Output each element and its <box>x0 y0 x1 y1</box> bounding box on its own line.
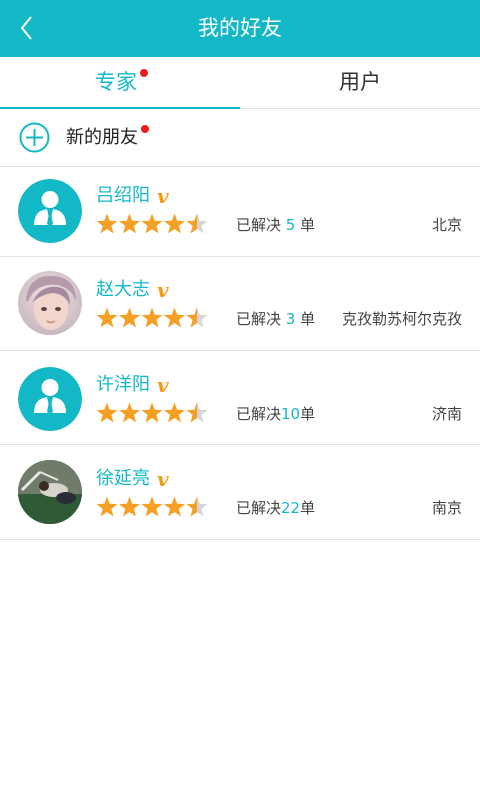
friend-name: 徐延亮 <box>96 468 150 489</box>
avatar <box>18 460 82 524</box>
tab-users[interactable]: 用户 <box>240 57 480 109</box>
new-friends-item[interactable]: 新的朋友 <box>0 109 480 167</box>
solved-prefix: 已解决 <box>236 405 282 423</box>
friend-city: 北京 <box>431 216 462 234</box>
star-icon <box>164 402 185 423</box>
friend-city: 克孜勒苏柯尔克孜 <box>341 310 462 328</box>
friend-row[interactable]: 许洋阳 v 已解决10单 济南 <box>0 351 480 445</box>
solved-count: 已解决 5 单 <box>236 213 315 237</box>
solved-suffix: 单 <box>300 405 316 423</box>
friend-name: 吕绍阳 <box>96 185 150 206</box>
tab-users-label: 用户 <box>339 70 381 94</box>
notification-dot <box>141 125 149 133</box>
star-icon <box>141 402 163 423</box>
friend-row[interactable]: 赵大志 v 已解决 3 单 克孜勒苏柯尔克孜 <box>0 257 480 351</box>
tab-experts[interactable]: 专家 <box>0 57 240 109</box>
plus-circle-icon <box>19 122 50 153</box>
star-icon <box>119 402 140 423</box>
star-icon <box>119 496 140 517</box>
star-rating-svg <box>96 213 208 234</box>
new-friends-label: 新的朋友 <box>66 127 138 148</box>
solved-number: 22 <box>281 499 301 517</box>
star-icon <box>96 213 118 234</box>
star-rating-svg <box>96 307 208 328</box>
solved-suffix: 单 <box>300 216 316 234</box>
star-icon <box>119 213 140 234</box>
friend-city: 济南 <box>431 405 462 423</box>
avatar <box>18 367 82 431</box>
star-icon <box>96 496 118 517</box>
tab-bar: 专家 用户 <box>0 57 480 109</box>
solved-number: 3 <box>285 310 296 328</box>
friend-name: 许洋阳 <box>96 374 150 395</box>
star-icon <box>96 402 118 423</box>
solved-prefix: 已解决 <box>236 310 282 328</box>
default-user-icon <box>18 367 82 431</box>
notification-dot <box>140 69 148 77</box>
friend-city: 南京 <box>431 499 462 517</box>
verified-v-badge: v <box>157 373 169 397</box>
star-rating <box>96 306 210 330</box>
solved-count: 已解决22单 <box>236 496 315 520</box>
star-icon <box>164 213 185 234</box>
star-icon <box>119 307 140 328</box>
star-icon <box>141 307 163 328</box>
verified-v-badge: v <box>157 278 169 302</box>
field-photo-avatar <box>18 460 82 524</box>
avatar <box>18 271 82 335</box>
solved-count: 已解决 3 单 <box>236 307 315 331</box>
solved-suffix: 单 <box>300 310 316 328</box>
default-user-icon <box>18 179 82 243</box>
star-icon <box>141 213 163 234</box>
friend-row[interactable]: 徐延亮 v 已解决22单 南京 <box>0 445 480 540</box>
star-icon <box>164 496 185 517</box>
friend-row[interactable]: 吕绍阳 v 已解决 5 单 北京 <box>0 167 480 257</box>
star-icon <box>141 496 163 517</box>
person-photo-avatar <box>18 271 82 335</box>
star-icon <box>96 307 118 328</box>
solved-number: 10 <box>281 405 301 423</box>
solved-prefix: 已解决 <box>236 216 282 234</box>
solved-prefix: 已解决 <box>236 499 282 517</box>
page-title: 我的好友 <box>198 16 282 40</box>
solved-suffix: 单 <box>300 499 316 517</box>
solved-number: 5 <box>285 216 296 234</box>
star-rating-svg <box>96 496 208 517</box>
star-icon <box>164 307 185 328</box>
tab-experts-label: 专家 <box>95 70 137 94</box>
star-rating <box>96 495 210 519</box>
verified-v-badge: v <box>157 184 169 208</box>
star-rating <box>96 212 210 236</box>
top-bar: 我的好友 <box>0 0 480 57</box>
avatar <box>18 179 82 243</box>
star-rating <box>96 401 210 425</box>
friend-name: 赵大志 <box>96 279 150 300</box>
verified-v-badge: v <box>157 467 169 491</box>
solved-count: 已解决10单 <box>236 402 315 426</box>
star-rating-svg <box>96 402 208 423</box>
